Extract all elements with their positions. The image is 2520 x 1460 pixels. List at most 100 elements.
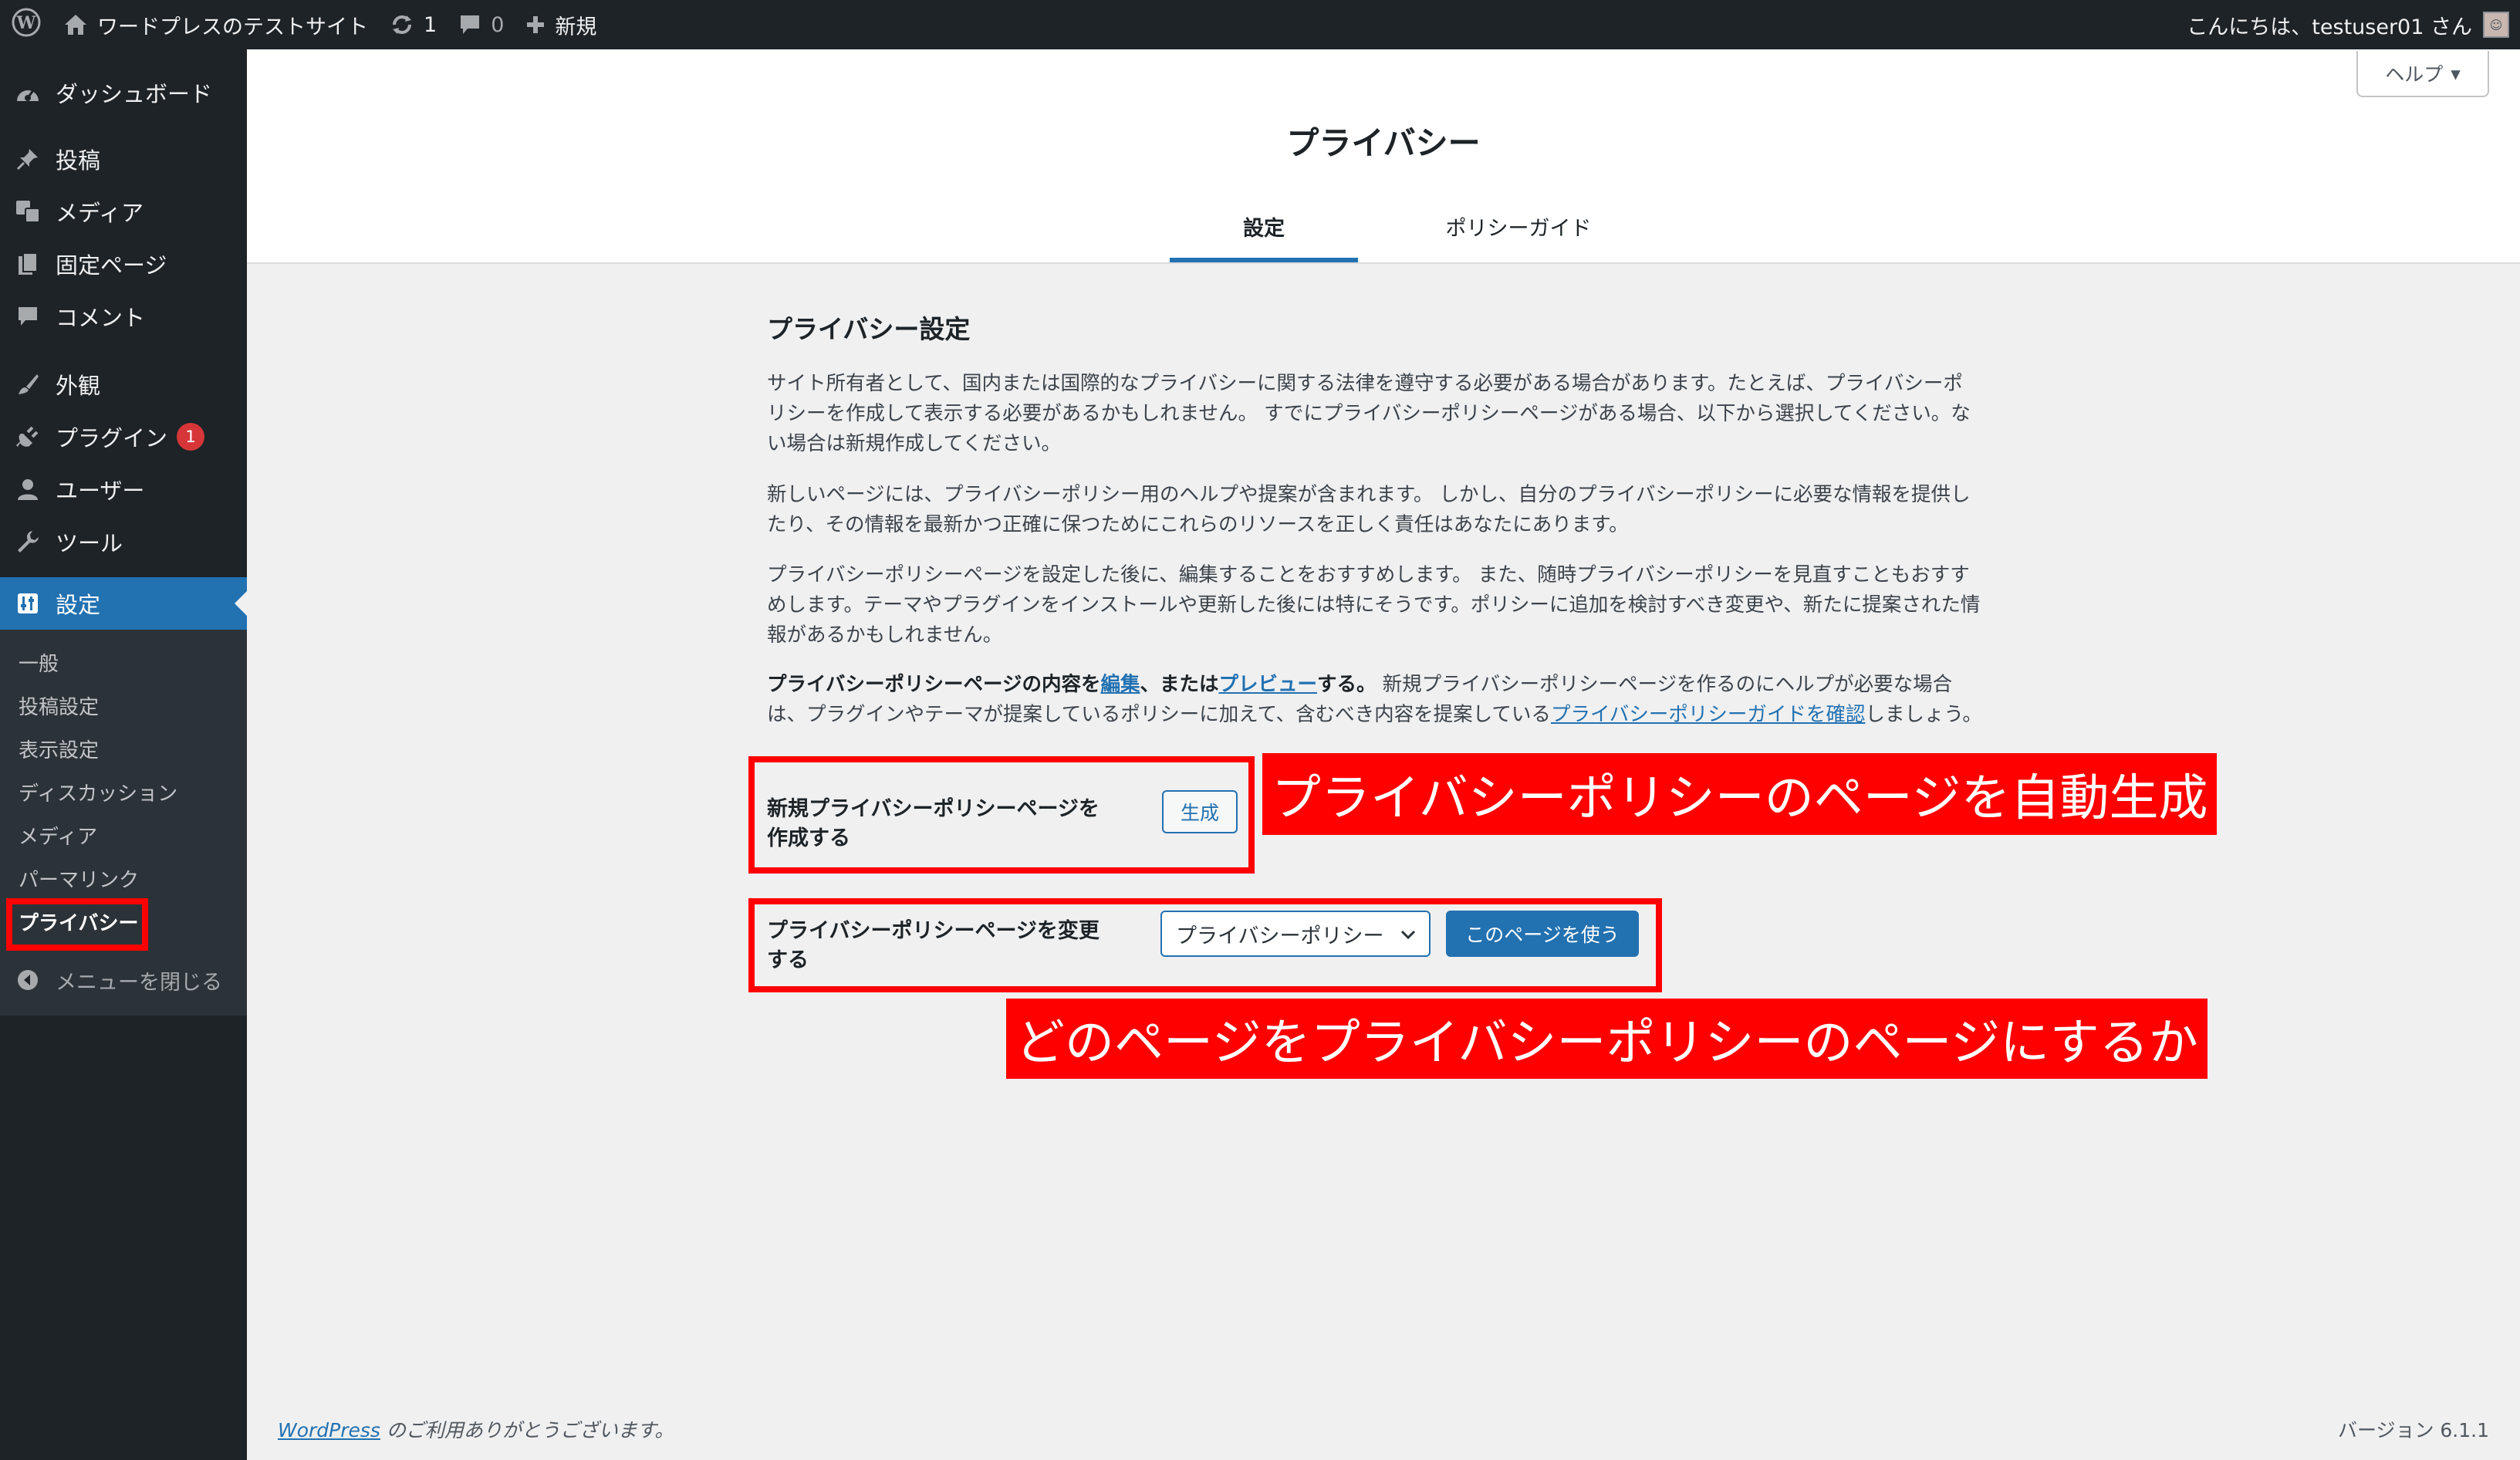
comments-count: 0 — [491, 12, 505, 37]
wordpress-logo-icon: W — [11, 7, 42, 43]
sidebar-item-media[interactable]: メディア — [0, 185, 247, 238]
annotation-box-change — [748, 898, 1662, 992]
sidebar-item-label: 投稿 — [56, 147, 101, 174]
page-title: プライバシー — [1286, 124, 1481, 162]
sidebar-item-label: ユーザー — [56, 478, 145, 504]
edit-intro-bold: プライバシーポリシーページの内容を — [767, 673, 1101, 696]
paintbrush-icon — [0, 372, 56, 397]
sidebar-item-label: メディア — [56, 200, 144, 226]
sidebar-item-comments[interactable]: コメント — [0, 290, 247, 343]
help-text: しましょう。 — [1865, 703, 1982, 726]
sidebar-item-label: 固定ページ — [56, 252, 167, 279]
paragraph-line: たり、その情報を最新かつ正確に保つためにこれらのリソースを正しく責任はあなたにあ… — [767, 513, 1629, 536]
current-menu-arrow — [235, 591, 247, 616]
paragraph-line: プライバシーポリシーページを設定した後に、編集することをおすすめします。 また、… — [767, 563, 1970, 586]
wrench-icon — [0, 529, 56, 554]
avatar: ☺ — [2483, 12, 2509, 38]
submenu-item-general[interactable]: 一般 — [19, 648, 59, 677]
submenu-item-discussion[interactable]: ディスカッション — [19, 778, 177, 806]
new-label: 新規 — [555, 15, 597, 39]
paragraph-line: リシーを作成して表示する必要があるかもしれません。 すでにプライバシーポリシーペ… — [767, 402, 1971, 425]
comment-icon — [458, 13, 481, 36]
plugin-update-badge: 1 — [177, 423, 205, 451]
footer-version: バージョン 6.1.1 — [2337, 1419, 2489, 1441]
paragraph-line: い場合は新規作成してください。 — [767, 432, 1061, 455]
updates-count: 1 — [424, 12, 437, 37]
caret-down-icon: ▾ — [2451, 62, 2461, 85]
sidebar-item-pages[interactable]: 固定ページ — [0, 238, 247, 290]
tab-policy-guide[interactable]: ポリシーガイド — [1404, 211, 1633, 262]
site-name-link[interactable]: ワードプレスのテストサイト — [52, 0, 379, 49]
new-page-paragraph: 新しいページには、プライバシーポリシー用のヘルプや提案が含まれます。 しかし、自… — [767, 480, 2009, 540]
help-label: ヘルプ — [2385, 63, 2444, 86]
updates-link[interactable]: 1 — [379, 0, 448, 49]
footer-text: のご利用ありがとうございます。 — [380, 1419, 674, 1441]
help-text: は、プラグインやテーマが提案しているポリシーに加えて、含むべき内容を提案している — [767, 703, 1551, 726]
annotation-box-create — [748, 756, 1255, 874]
sidebar-item-settings[interactable]: 設定 — [0, 577, 247, 630]
sidebar-item-posts[interactable]: 投稿 — [0, 133, 247, 185]
plugin-icon — [0, 424, 56, 449]
annotation-box-sidebar-privacy — [6, 898, 148, 951]
tab-label: 設定 — [1243, 217, 1285, 241]
tab-settings[interactable]: 設定 — [1170, 211, 1358, 262]
paragraph-line: サイト所有者として、国内または国際的なプライバシーに関する法律を遵守する必要があ… — [767, 372, 1963, 395]
account-menu[interactable]: こんにちは、testuser01 さん ☺ — [2187, 0, 2509, 49]
submenu-item-reading[interactable]: 表示設定 — [19, 735, 99, 763]
sidebar-item-users[interactable]: ユーザー — [0, 463, 247, 515]
policy-guide-link[interactable]: プライバシーポリシーガイドを確認 — [1551, 703, 1866, 726]
comment-icon — [0, 305, 56, 328]
sidebar-item-tools[interactable]: ツール — [0, 515, 247, 568]
wordpress-logo-menu[interactable]: W — [0, 0, 52, 49]
submenu-item-writing[interactable]: 投稿設定 — [19, 691, 99, 720]
footer-thanks: WordPress のご利用ありがとうございます。 — [278, 1415, 674, 1443]
paragraph-line: 報があるかもしれません。 — [767, 624, 1003, 647]
greeting: こんにちは、testuser01 さん — [2187, 15, 2472, 39]
sidebar-item-dashboard[interactable]: ダッシュボード — [0, 66, 247, 119]
annotation-label-auto-generate: プライバシーポリシーのページを自動生成 — [1262, 753, 2218, 835]
annotation-label-select-page: どのページをプライバシーポリシーのページにするか — [1006, 999, 2208, 1079]
new-content-link[interactable]: 新規 — [515, 0, 607, 49]
wordpress-link[interactable]: WordPress — [278, 1419, 380, 1441]
edit-link[interactable]: 編集 — [1100, 673, 1140, 696]
admin-sidebar: ダッシュボード 投稿 メディア 固定ページ コメント 外観 プラグイン 1 ユー… — [0, 49, 247, 1460]
sidebar-item-label: 外観 — [56, 373, 101, 399]
privacy-header: ヘルプ ▾ プライバシー 設定 ポリシーガイド — [247, 49, 2520, 264]
sidebar-item-appearance[interactable]: 外観 — [0, 358, 247, 411]
paragraph-line: めします。テーマやプラグインをインストールや更新した後には特にそうです。ポリシー… — [767, 593, 1981, 617]
intro-paragraph: サイト所有者として、国内または国際的なプライバシーに関する法律を遵守する必要があ… — [767, 369, 2009, 459]
privacy-settings-content: プライバシー設定 サイト所有者として、国内または国際的なプライバシーに関する法律… — [767, 309, 2009, 972]
suru-bold: する。 — [1317, 673, 1377, 696]
preview-link[interactable]: プレビュー — [1219, 673, 1318, 696]
user-icon — [0, 478, 56, 501]
home-icon — [63, 13, 88, 36]
submenu-item-media[interactable]: メディア — [19, 821, 97, 850]
comments-link[interactable]: 0 — [448, 0, 515, 49]
updates-icon — [390, 12, 414, 37]
collapse-menu-button[interactable]: メニューを閉じる — [0, 957, 247, 1003]
sidebar-item-label: プラグイン — [56, 425, 168, 451]
collapse-menu-label: メニューを閉じる — [56, 970, 222, 995]
site-name: ワードプレスのテストサイト — [97, 15, 368, 39]
paragraph-line: 新しいページには、プライバシーポリシー用のヘルプや提案が含まれます。 しかし、自… — [767, 483, 1971, 506]
svg-text:W: W — [16, 13, 36, 33]
dashboard-icon — [0, 81, 56, 104]
plus-icon — [525, 15, 546, 35]
or-bold: 、または — [1140, 673, 1219, 696]
recommendation-paragraph: プライバシーポリシーページを設定した後に、編集することをおすすめします。 また、… — [767, 560, 2009, 651]
help-button[interactable]: ヘルプ ▾ — [2356, 51, 2489, 97]
sidebar-item-plugins[interactable]: プラグイン 1 — [0, 411, 247, 463]
media-icon — [0, 199, 56, 224]
sidebar-item-label: ツール — [56, 530, 123, 556]
settings-icon — [0, 592, 56, 615]
tab-label: ポリシーガイド — [1445, 217, 1592, 241]
sidebar-item-label: 設定 — [56, 592, 101, 618]
pushpin-icon — [0, 147, 56, 171]
admin-bar: W ワードプレスのテストサイト 1 0 新規 こんにちは、testuser01 … — [0, 0, 2520, 49]
sidebar-item-label: ダッシュボード — [56, 81, 213, 107]
edit-preview-paragraph: プライバシーポリシーページの内容を編集、またはプレビューする。 新規プライバシー… — [767, 670, 2009, 730]
section-title: プライバシー設定 — [767, 314, 971, 344]
sidebar-item-label: コメント — [56, 305, 146, 331]
submenu-item-permalinks[interactable]: パーマリンク — [19, 864, 139, 893]
collapse-arrow-icon — [0, 968, 56, 992]
